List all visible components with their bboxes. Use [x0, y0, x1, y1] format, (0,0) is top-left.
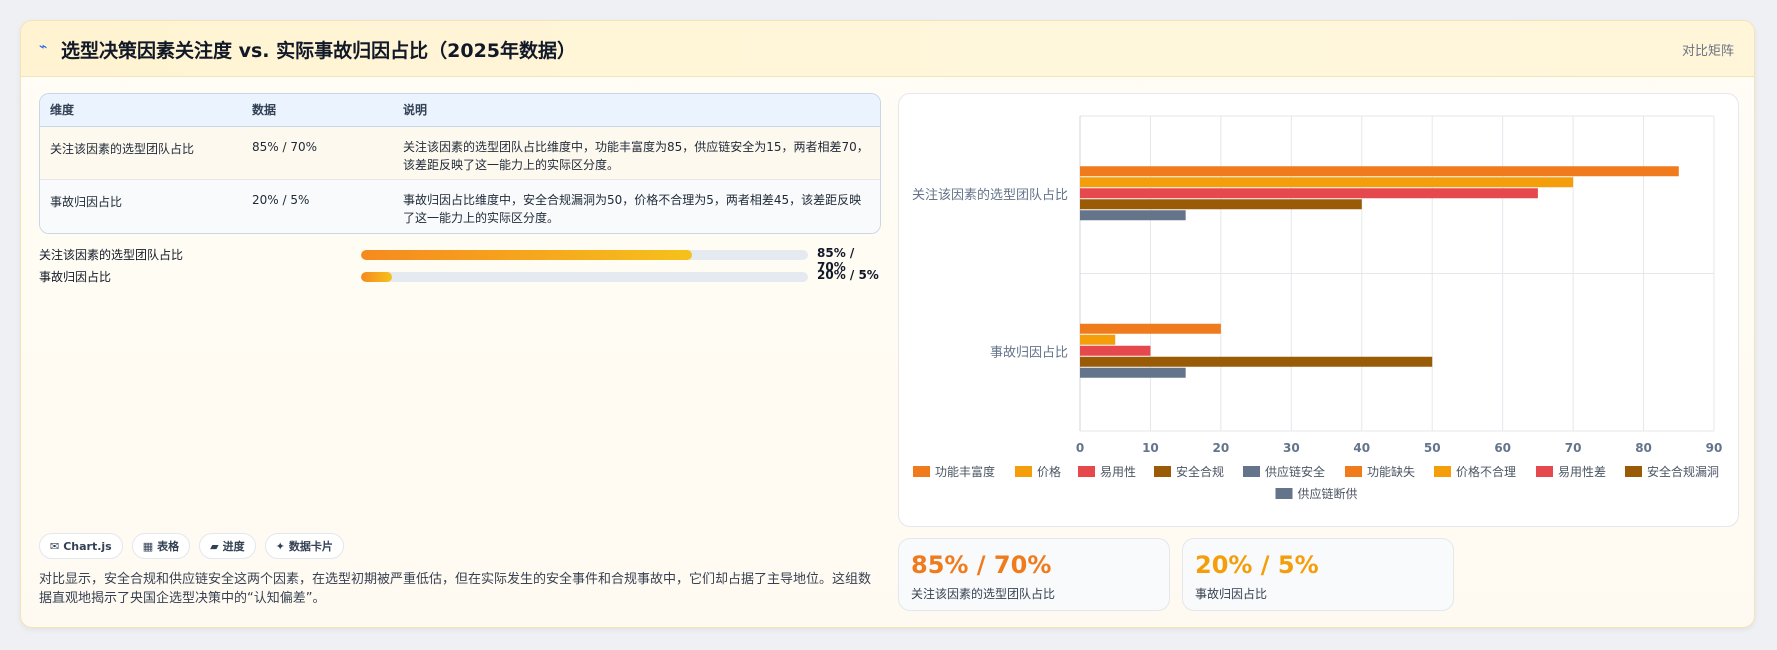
- table-icon: ▦: [142, 539, 154, 553]
- x-tick-label: 80: [1635, 441, 1652, 455]
- bar: [1080, 210, 1186, 221]
- table-header: 维度 数据 说明: [40, 94, 880, 127]
- progress-value: 20% / 5%: [817, 268, 879, 282]
- legend-swatch: [1015, 466, 1032, 477]
- legend-label: 易用性: [1100, 465, 1136, 479]
- stat-value: 20% / 5%: [1195, 551, 1319, 579]
- table-row: 关注该因素的选型团队占比 85% / 70% 关注该因素的选型团队占比维度中，功…: [40, 127, 880, 180]
- legend-swatch: [1275, 488, 1293, 499]
- legend-label: 安全合规漏洞: [1647, 464, 1719, 479]
- legend-label: 供应链安全: [1265, 464, 1325, 479]
- x-tick-label: 90: [1706, 441, 1723, 455]
- comparison-card: ⌁ 选型决策因素关注度 vs. 实际事故归因占比（2025年数据） 对比矩阵 维…: [20, 20, 1755, 628]
- chip-data-cards[interactable]: ✦ 数据卡片: [264, 533, 344, 559]
- x-tick-label: 70: [1565, 441, 1582, 455]
- mail-icon: ✉: [50, 539, 60, 553]
- cell-description: 关注该因素的选型团队占比维度中，功能丰富度为85，供应链安全为15，两者相差70…: [403, 140, 869, 172]
- view-chips: ✉ Chart.js ▦ 表格 ▰ 进度 ✦ 数据卡片: [39, 533, 344, 559]
- legend-label: 价格: [1037, 464, 1061, 479]
- view-mode-label[interactable]: 对比矩阵: [1682, 40, 1734, 59]
- chip-label: 进度: [222, 540, 245, 553]
- cell-dimension: 事故归因占比: [50, 195, 123, 209]
- progress-track: [361, 250, 808, 260]
- legend-swatch: [1536, 466, 1553, 477]
- stat-card: 85% / 70% 关注该因素的选型团队占比: [898, 538, 1170, 611]
- bar: [1080, 334, 1116, 345]
- card-title: 选型决策因素关注度 vs. 实际事故归因占比（2025年数据）: [61, 40, 577, 62]
- bar: [1080, 356, 1433, 367]
- x-tick-label: 40: [1353, 441, 1370, 455]
- legend-swatch: [913, 466, 930, 477]
- progress-label: 关注该因素的选型团队占比: [39, 248, 184, 262]
- column-header-dimension: 维度: [50, 102, 75, 117]
- cell-dimension: 关注该因素的选型团队占比: [50, 142, 195, 156]
- x-tick-label: 0: [1076, 441, 1084, 455]
- stat-card: 20% / 5% 事故归因占比: [1182, 538, 1454, 611]
- cell-data: 20% / 5%: [252, 193, 310, 207]
- legend-swatch: [1345, 466, 1362, 477]
- x-tick-label: 10: [1142, 441, 1159, 455]
- bar: [1080, 345, 1151, 356]
- column-header-data: 数据: [252, 102, 277, 117]
- chart-panel: 0 10 20 30 40 50 60 70 80 90 关注该因素的选型团队占比事故归因占比功能丰…: [898, 93, 1739, 527]
- x-tick-label: 20: [1213, 441, 1230, 455]
- legend-swatch: [1243, 466, 1260, 477]
- chip-label: 数据卡片: [288, 540, 333, 553]
- x-tick-label: 50: [1424, 441, 1441, 455]
- progress-track: [361, 272, 808, 282]
- legend-label: 功能缺失: [1367, 464, 1415, 479]
- bar: [1080, 166, 1679, 177]
- legend-label: 易用性差: [1558, 465, 1606, 479]
- bar: [1080, 177, 1574, 188]
- legend-label: 供应链断供: [1298, 486, 1358, 501]
- chip-progress[interactable]: ▰ 进度: [199, 533, 256, 559]
- data-table: 维度 数据 说明 关注该因素的选型团队占比 85% / 70% 关注该因素的选型…: [39, 93, 881, 234]
- stat-value: 85% / 70%: [911, 551, 1052, 579]
- bar: [1080, 188, 1538, 199]
- stat-label: 事故归因占比: [1195, 587, 1268, 601]
- legend-swatch: [1434, 466, 1451, 477]
- bar: [1080, 367, 1186, 378]
- progress-label: 事故归因占比: [39, 270, 112, 284]
- legend-swatch: [1154, 466, 1171, 477]
- category-label: 关注该因素的选型团队占比: [912, 187, 1068, 203]
- cell-data: 85% / 70%: [252, 140, 318, 154]
- legend-label: 功能丰富度: [935, 464, 995, 479]
- summary-text: 对比显示，安全合规和供应链安全这两个因素，在选型初期被严重低估，但在实际发生的安…: [39, 572, 872, 606]
- pulse-icon: ⌁: [39, 39, 48, 55]
- column-header-description: 说明: [403, 102, 428, 117]
- bar-chart: 0 10 20 30 40 50 60 70 80 90 关注该因素的选型团队占比事故归因占比功能丰…: [912, 115, 1723, 501]
- legend-label: 价格不合理: [1456, 464, 1516, 479]
- bar: [1080, 199, 1362, 210]
- chip-chartjs[interactable]: ✉ Chart.js: [39, 533, 123, 559]
- progress-row: 事故归因占比 20% / 5%: [39, 266, 881, 286]
- category-label: 事故归因占比: [990, 345, 1068, 360]
- legend-swatch: [1625, 466, 1642, 477]
- progress-fill: [361, 272, 393, 282]
- chip-label: Chart.js: [63, 539, 112, 553]
- x-tick-label: 30: [1283, 441, 1300, 455]
- card-header: ⌁ 选型决策因素关注度 vs. 实际事故归因占比（2025年数据） 对比矩阵: [21, 21, 1754, 77]
- chip-label: 表格: [157, 540, 180, 553]
- table-row: 事故归因占比 20% / 5% 事故归因占比维度中，安全合规漏洞为50，价格不合…: [40, 180, 880, 233]
- legend-swatch: [1078, 466, 1095, 477]
- cell-description: 事故归因占比维度中，安全合规漏洞为50，价格不合理为5，两者相差45，该差距反映…: [403, 193, 862, 225]
- stat-label: 关注该因素的选型团队占比: [911, 587, 1056, 601]
- progress-fill: [361, 250, 692, 260]
- sparkle-icon: ✦: [275, 539, 285, 553]
- progress-icon: ▰: [210, 539, 219, 553]
- chip-table[interactable]: ▦ 表格: [131, 533, 191, 559]
- progress-row: 关注该因素的选型团队占比 85% / 70%: [39, 244, 881, 274]
- x-tick-label: 60: [1494, 441, 1511, 455]
- legend-label: 安全合规: [1176, 464, 1224, 479]
- bar: [1080, 323, 1221, 334]
